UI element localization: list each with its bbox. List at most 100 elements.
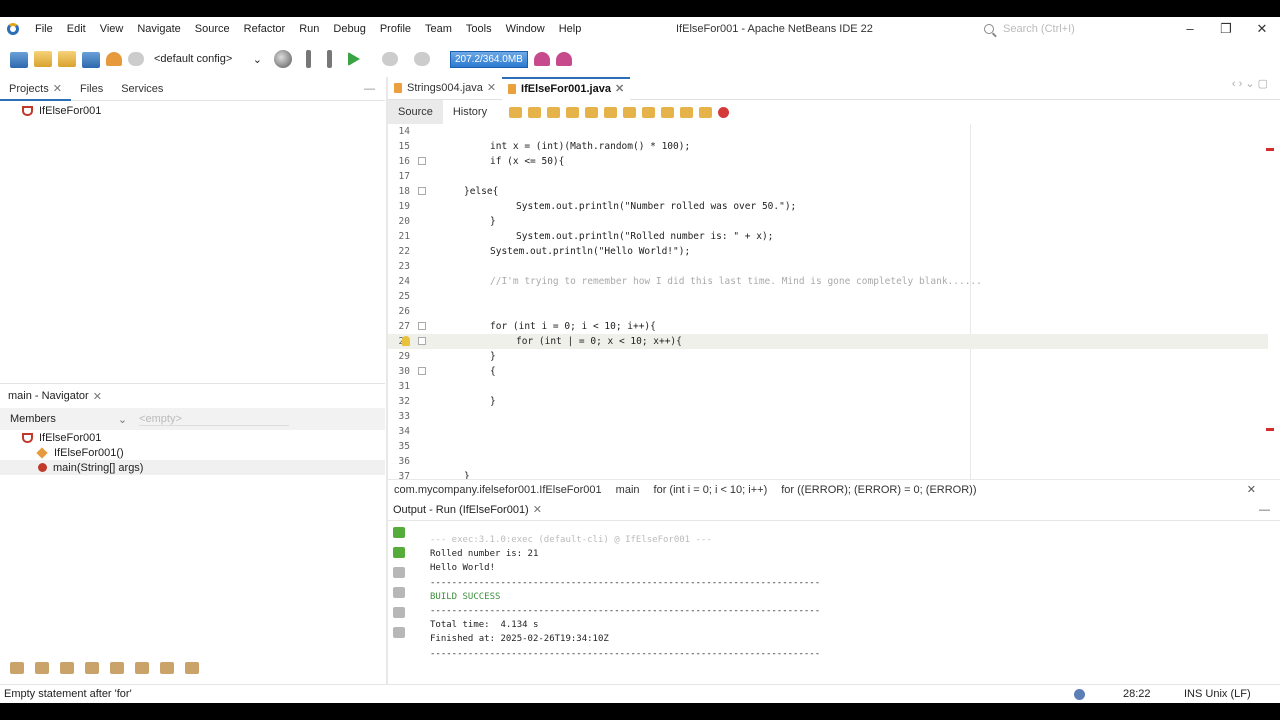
fold-toggle-icon[interactable] — [418, 187, 426, 195]
find-icon[interactable] — [393, 587, 405, 598]
fold-toggle-icon[interactable] — [418, 337, 426, 345]
new-file-icon[interactable] — [10, 52, 28, 68]
chevron-down-icon[interactable]: ⌄ — [118, 413, 127, 426]
shift-icon[interactable] — [680, 106, 694, 118]
code-line[interactable]: 36 — [388, 454, 1268, 469]
output-console[interactable]: --- exec:3.1.0:exec (default-cli) @ IfEl… — [430, 533, 820, 661]
close-button[interactable]: ✕ — [1244, 17, 1280, 41]
profile-snapshot-icon[interactable] — [555, 52, 572, 66]
build-icon[interactable] — [306, 50, 311, 68]
code-line[interactable]: 20} — [388, 214, 1268, 229]
rerun-icon[interactable] — [393, 527, 405, 538]
code-line[interactable]: 31 — [388, 379, 1268, 394]
menu-tools[interactable]: Tools — [459, 17, 499, 41]
rerun-goals-icon[interactable] — [393, 547, 405, 558]
tab-projects[interactable]: Projects ✕ — [0, 77, 71, 101]
code-line[interactable]: 24 //I'm trying to remember how I did thi… — [388, 274, 1268, 289]
code-line[interactable]: 35 — [388, 439, 1268, 454]
source-tab[interactable]: Source — [388, 100, 443, 124]
breadcrumb-for-inner[interactable]: for ((ERROR); (ERROR) = 0; (ERROR)) — [781, 484, 976, 496]
filter-icon[interactable] — [135, 662, 149, 674]
nav-constructor-node[interactable]: IfElseFor001() — [0, 445, 385, 460]
menu-navigate[interactable]: Navigate — [130, 17, 187, 41]
gc-icon[interactable] — [533, 52, 550, 66]
filter-icon[interactable] — [60, 662, 74, 674]
fold-toggle-icon[interactable] — [418, 367, 426, 375]
close-output-icon[interactable]: ✕ — [533, 503, 542, 516]
menu-source[interactable]: Source — [188, 17, 237, 41]
new-project-icon[interactable] — [34, 51, 52, 67]
code-line[interactable]: 22 System.out.println("Hello World!"); — [388, 244, 1268, 259]
filter-icon[interactable] — [35, 662, 49, 674]
stop-icon[interactable] — [393, 607, 405, 618]
filter-icon[interactable] — [10, 662, 24, 674]
hint-bulb-icon[interactable] — [402, 336, 410, 346]
code-line[interactable]: 15 int x = (int)(Math.random() * 100); — [388, 139, 1268, 154]
memory-indicator[interactable]: 207.2/364.0MB — [450, 50, 528, 68]
code-line[interactable]: 30 { — [388, 364, 1268, 379]
close-navigator-icon[interactable]: ✕ — [93, 390, 102, 403]
search-box[interactable]: Search (Ctrl+I) — [984, 21, 1134, 37]
code-line[interactable]: 18}else{ — [388, 184, 1268, 199]
debug-icon[interactable] — [382, 52, 398, 66]
caret-position[interactable]: 28:22 — [1123, 688, 1151, 700]
filter-icon[interactable] — [85, 662, 99, 674]
menu-edit[interactable]: Edit — [60, 17, 93, 41]
tab-strings004[interactable]: Strings004.java ✕ — [388, 77, 502, 100]
browser-icon[interactable] — [274, 50, 292, 68]
close-breadcrumb-icon[interactable]: ✕ — [1247, 483, 1256, 496]
fold-toggle-icon[interactable] — [418, 157, 426, 165]
config-dropdown[interactable]: <default config> ⌄ — [154, 53, 262, 66]
error-marker[interactable] — [1266, 428, 1274, 431]
bookmark-icon[interactable] — [642, 106, 656, 118]
redo-icon[interactable] — [128, 52, 144, 66]
settings-icon[interactable] — [393, 627, 405, 638]
find-icon[interactable] — [585, 106, 599, 118]
bookmark-icon[interactable] — [623, 106, 637, 118]
menu-profile[interactable]: Profile — [373, 17, 418, 41]
code-line[interactable]: 19 System.out.println("Number rolled was … — [388, 199, 1268, 214]
close-tab-icon[interactable]: ✕ — [53, 83, 62, 95]
nav-method-node[interactable]: main(String[] args) — [0, 460, 385, 475]
toolbar-icon[interactable] — [509, 106, 523, 118]
minimize-button[interactable]: – — [1172, 17, 1208, 41]
code-line[interactable]: 32} — [388, 394, 1268, 409]
members-filter[interactable]: Members ⌄ <empty> — [0, 408, 385, 430]
find-icon[interactable] — [566, 106, 580, 118]
code-line[interactable]: 28for (int | = 0; x < 10; x++){ — [388, 334, 1268, 349]
maximize-button[interactable]: ❐ — [1208, 17, 1244, 41]
code-line[interactable]: 21 System.out.println("Rolled number is: … — [388, 229, 1268, 244]
menu-file[interactable]: File — [28, 17, 60, 41]
filter-input[interactable]: <empty> — [139, 413, 290, 426]
minimize-output-icon[interactable]: — — [1259, 504, 1270, 516]
code-line[interactable]: 23 — [388, 259, 1268, 274]
tab-scroll-arrows[interactable]: ‹ › ⌄ ▢ — [1232, 77, 1268, 90]
menu-window[interactable]: Window — [499, 17, 552, 41]
fold-toggle-icon[interactable] — [418, 322, 426, 330]
menu-team[interactable]: Team — [418, 17, 459, 41]
nav-class-node[interactable]: IfElseFor001 — [0, 430, 385, 445]
undo-icon[interactable] — [106, 52, 122, 66]
menu-debug[interactable]: Debug — [326, 17, 372, 41]
minimize-panel-button[interactable]: — — [364, 83, 375, 95]
history-tab[interactable]: History — [443, 106, 497, 118]
tab-services[interactable]: Services — [112, 77, 172, 101]
record-macro-icon[interactable] — [718, 106, 730, 118]
code-line[interactable]: 26 — [388, 304, 1268, 319]
toolbar-icon[interactable] — [528, 106, 542, 118]
code-line[interactable]: 37} — [388, 469, 1268, 479]
tab-ifelsefor001[interactable]: IfElseFor001.java ✕ — [502, 76, 631, 100]
save-all-icon[interactable] — [82, 52, 100, 68]
menu-refactor[interactable]: Refactor — [237, 17, 293, 41]
tab-files[interactable]: Files — [71, 77, 112, 101]
code-line[interactable]: 17 — [388, 169, 1268, 184]
code-line[interactable]: 25 — [388, 289, 1268, 304]
open-project-icon[interactable] — [58, 51, 76, 67]
menu-help[interactable]: Help — [552, 17, 589, 41]
filter-icon[interactable] — [110, 662, 124, 674]
profile-icon[interactable] — [414, 52, 430, 66]
bookmark-icon[interactable] — [661, 106, 675, 118]
code-line[interactable]: 27 for (int i = 0; i < 10; i++){ — [388, 319, 1268, 334]
shift-icon[interactable] — [699, 106, 713, 118]
menu-run[interactable]: Run — [292, 17, 326, 41]
